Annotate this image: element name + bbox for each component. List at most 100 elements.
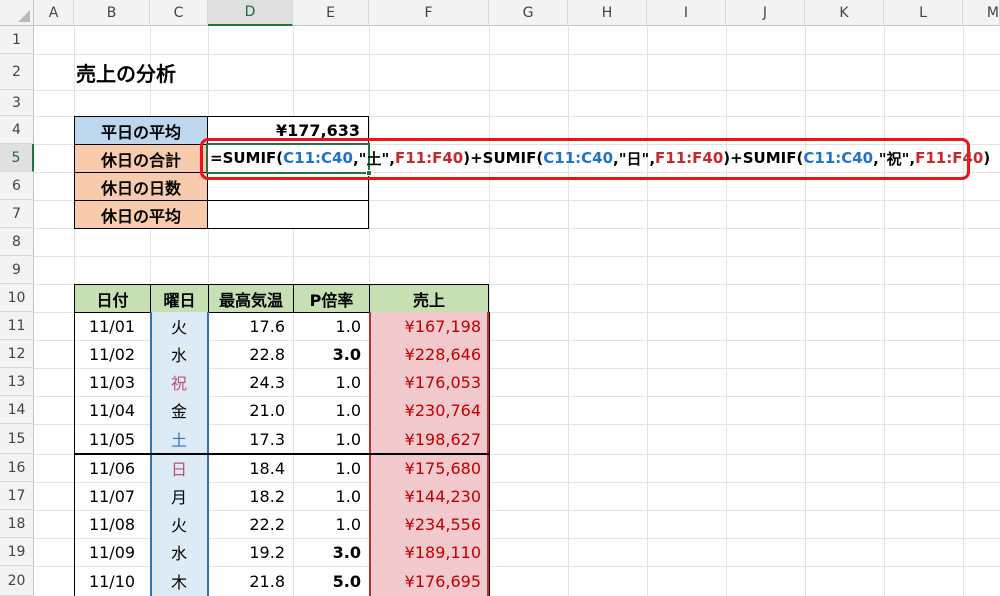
- column-header-e[interactable]: E: [293, 0, 369, 26]
- table-cell-sales[interactable]: ¥228,646: [369, 340, 489, 368]
- table-header-temp[interactable]: 最高気温: [208, 284, 294, 313]
- table-cell-temp[interactable]: 17.6: [208, 312, 293, 340]
- table-cell-date[interactable]: 11/07: [74, 482, 150, 510]
- table-cell-day[interactable]: 水: [150, 538, 208, 566]
- column-header-c[interactable]: C: [150, 0, 208, 26]
- table-cell-p[interactable]: 3.0: [293, 340, 369, 368]
- label-holiday-days[interactable]: 休日の日数: [74, 172, 208, 201]
- table-cell-p[interactable]: 5.0: [293, 566, 369, 596]
- table-cell-p[interactable]: 1.0: [293, 396, 369, 424]
- row-header-6[interactable]: 6: [0, 172, 34, 200]
- formula-part-7: ): [983, 149, 991, 167]
- table-header-sales[interactable]: 売上: [369, 284, 489, 313]
- table-cell-p[interactable]: 3.0: [293, 538, 369, 566]
- table-cell-day[interactable]: 日: [150, 454, 208, 482]
- spreadsheet-grid[interactable]: A B C D E F G H I J K L M 1 2 3 4 5 6 7 …: [0, 0, 1000, 596]
- table-cell-sales[interactable]: ¥230,764: [369, 396, 489, 424]
- table-cell-day[interactable]: 祝: [150, 368, 208, 396]
- table-cell-p[interactable]: 1.0: [293, 510, 369, 538]
- table-cell-date[interactable]: 11/08: [74, 510, 150, 538]
- table-cell-temp[interactable]: 18.2: [208, 482, 293, 510]
- table-cell-temp[interactable]: 24.3: [208, 368, 293, 396]
- table-header-day[interactable]: 曜日: [150, 284, 209, 313]
- column-header-g[interactable]: G: [489, 0, 568, 26]
- table-cell-day[interactable]: 金: [150, 396, 208, 424]
- table-header-p[interactable]: P倍率: [293, 284, 370, 313]
- table-cell-sales[interactable]: ¥176,053: [369, 368, 489, 396]
- row-header-13[interactable]: 13: [0, 368, 34, 396]
- row-header-10[interactable]: 10: [0, 284, 34, 312]
- row-header-9[interactable]: 9: [0, 256, 34, 284]
- formula-text[interactable]: =SUMIF(C11:C40 ,"土", F11:F40)+SUMIF(C11:C4…: [210, 146, 990, 170]
- table-cell-day[interactable]: 木: [150, 566, 208, 596]
- table-cell-temp[interactable]: 18.4: [208, 454, 293, 482]
- table-cell-date[interactable]: 11/01: [74, 312, 150, 340]
- formula-part-2: ,"土",: [352, 149, 395, 168]
- table-cell-temp[interactable]: 22.2: [208, 510, 293, 538]
- table-cell-date[interactable]: 11/09: [74, 538, 150, 566]
- table-cell-temp[interactable]: 19.2: [208, 538, 293, 566]
- column-header-d[interactable]: D: [208, 0, 293, 26]
- table-cell-sales[interactable]: ¥167,198: [369, 312, 489, 340]
- column-header-l[interactable]: L: [884, 0, 963, 26]
- table-cell-sales[interactable]: ¥176,695: [369, 566, 489, 596]
- table-cell-p[interactable]: 1.0: [293, 368, 369, 396]
- table-cell-date[interactable]: 11/02: [74, 340, 150, 368]
- table-header-date[interactable]: 日付: [74, 284, 151, 313]
- row-header-7[interactable]: 7: [0, 200, 34, 228]
- row-header-2[interactable]: 2: [0, 54, 34, 90]
- table-cell-date[interactable]: 11/05: [74, 424, 150, 454]
- table-cell-temp[interactable]: 17.3: [208, 424, 293, 454]
- select-all-corner[interactable]: [0, 0, 34, 26]
- table-cell-date[interactable]: 11/04: [74, 396, 150, 424]
- table-cell-day[interactable]: 月: [150, 482, 208, 510]
- row-header-15[interactable]: 15: [0, 424, 34, 454]
- table-cell-sales[interactable]: ¥175,680: [369, 454, 489, 482]
- table-cell-day[interactable]: 火: [150, 312, 208, 340]
- column-header-k[interactable]: K: [805, 0, 884, 26]
- table-cell-sales[interactable]: ¥144,230: [369, 482, 489, 510]
- table-cell-p[interactable]: 1.0: [293, 482, 369, 510]
- table-cell-day[interactable]: 土: [150, 424, 208, 454]
- formula-ref-6: F11:F40: [915, 149, 984, 167]
- label-weekday-average[interactable]: 平日の平均: [74, 116, 208, 145]
- row-header-14[interactable]: 14: [0, 396, 34, 424]
- value-holiday-average[interactable]: [207, 200, 369, 229]
- table-cell-sales[interactable]: ¥189,110: [369, 538, 489, 566]
- table-cell-temp[interactable]: 21.0: [208, 396, 293, 424]
- table-cell-day[interactable]: 火: [150, 510, 208, 538]
- row-header-8[interactable]: 8: [0, 228, 34, 256]
- row-header-20[interactable]: 20: [0, 566, 34, 596]
- column-header-h[interactable]: H: [568, 0, 647, 26]
- table-cell-date[interactable]: 11/03: [74, 368, 150, 396]
- table-cell-date[interactable]: 11/06: [74, 454, 150, 482]
- column-header-i[interactable]: I: [647, 0, 726, 26]
- label-holiday-total[interactable]: 休日の合計: [74, 144, 208, 173]
- table-cell-temp[interactable]: 21.8: [208, 566, 293, 596]
- column-header-j[interactable]: J: [726, 0, 805, 26]
- column-header-m[interactable]: M: [963, 0, 1000, 26]
- table-cell-sales[interactable]: ¥234,556: [369, 510, 489, 538]
- table-cell-day[interactable]: 水: [150, 340, 208, 368]
- table-cell-temp[interactable]: 22.8: [208, 340, 293, 368]
- table-cell-date[interactable]: 11/10: [74, 566, 150, 596]
- row-header-18[interactable]: 18: [0, 510, 34, 538]
- table-cell-p[interactable]: 1.0: [293, 312, 369, 340]
- row-header-4[interactable]: 4: [0, 116, 34, 144]
- row-header-19[interactable]: 19: [0, 538, 34, 566]
- row-header-12[interactable]: 12: [0, 340, 34, 368]
- label-holiday-average[interactable]: 休日の平均: [74, 200, 208, 229]
- column-header-a[interactable]: A: [34, 0, 74, 26]
- column-header-f[interactable]: F: [369, 0, 489, 26]
- row-header-1[interactable]: 1: [0, 26, 34, 54]
- row-header-16[interactable]: 16: [0, 454, 34, 482]
- row-header-11[interactable]: 11: [0, 312, 34, 340]
- table-cell-sales[interactable]: ¥198,627: [369, 424, 489, 454]
- row-header-17[interactable]: 17: [0, 482, 34, 510]
- table-cell-p[interactable]: 1.0: [293, 424, 369, 454]
- table-cell-p[interactable]: 1.0: [293, 454, 369, 482]
- formula-ref-5: C11:C40: [803, 149, 874, 167]
- row-header-3[interactable]: 3: [0, 90, 34, 116]
- row-header-5[interactable]: 5: [0, 144, 34, 172]
- column-header-b[interactable]: B: [74, 0, 150, 26]
